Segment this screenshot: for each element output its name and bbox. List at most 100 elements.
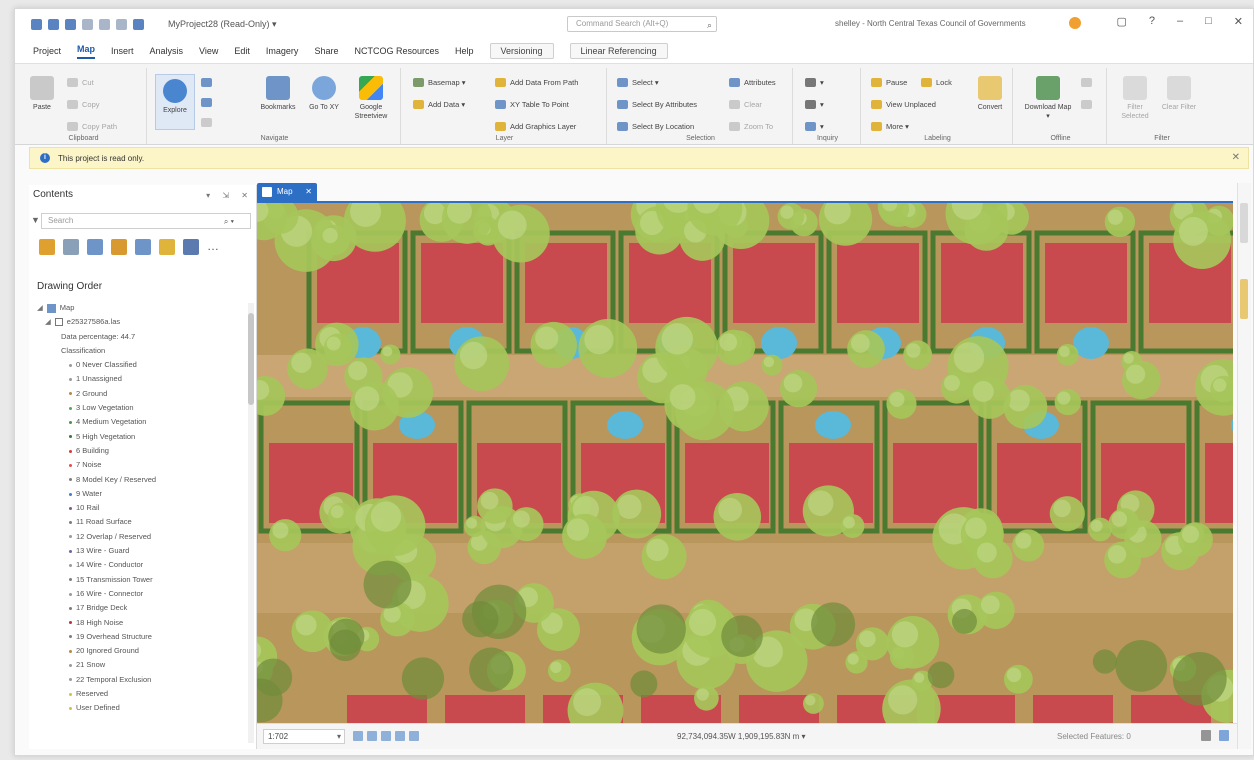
map-node[interactable]: ◢ Map [37, 301, 237, 315]
add-data-button[interactable]: Add Data ▾ [413, 100, 465, 109]
filter-icon[interactable]: ▼ [31, 215, 40, 225]
scrollbar-thumb[interactable] [248, 313, 254, 405]
basemap-button[interactable]: Basemap ▾ [413, 78, 466, 87]
classification-item[interactable]: User Defined [37, 701, 237, 715]
minimize-icon[interactable]: – [1177, 15, 1183, 28]
tab-map[interactable]: Map ✕ [257, 183, 317, 201]
classification-item[interactable]: 4 Medium Vegetation [37, 415, 237, 429]
history-pane-tab[interactable] [1240, 203, 1248, 243]
coordinate-readout[interactable]: 92,734,094.35W 1,909,195.83N m ▾ [677, 732, 806, 741]
convert-button[interactable]: Convert [973, 76, 1007, 112]
classification-item[interactable]: 19 Overhead Structure [37, 630, 237, 644]
classification-item[interactable]: 15 Transmission Tower [37, 573, 237, 587]
download-map-button[interactable]: Download Map ▾ [1023, 76, 1073, 121]
view-unplaced-button[interactable]: View Unplaced [871, 100, 936, 109]
explore-button[interactable]: Explore [155, 74, 195, 130]
close-icon[interactable]: ✕ [1234, 15, 1243, 28]
maximize-icon[interactable]: □ [1205, 15, 1212, 28]
classification-item[interactable]: 7 Noise [37, 458, 237, 472]
help-icon[interactable]: ? [1149, 15, 1155, 28]
data-source-icon[interactable] [63, 239, 79, 255]
classification-item[interactable]: 21 Snow [37, 658, 237, 672]
clear-selection-button[interactable]: Clear [729, 100, 762, 109]
measure-button[interactable]: ▾ [805, 78, 824, 87]
editing-icon[interactable] [111, 239, 127, 255]
zoom-to-selection-button[interactable]: Zoom To [729, 122, 773, 131]
notification-icon[interactable] [1069, 17, 1081, 29]
fixed-zoom-button[interactable] [201, 98, 212, 107]
tab-edit[interactable]: Edit [234, 46, 250, 56]
filter-selected-button[interactable]: Filter Selected [1115, 76, 1155, 121]
rotation-icon[interactable] [395, 731, 405, 741]
tab-linear-referencing[interactable]: Linear Referencing [569, 43, 668, 59]
classification-item[interactable]: 14 Wire - Conductor [37, 558, 237, 572]
classification-item[interactable]: 16 Wire - Connector [37, 587, 237, 601]
customize-toolbar-icon[interactable] [133, 18, 144, 30]
map-view[interactable] [257, 201, 1233, 723]
restore-icon[interactable]: ▢ [1116, 15, 1126, 28]
selection-icon[interactable] [87, 239, 103, 255]
more-options-icon[interactable]: … [207, 239, 223, 255]
aerial-point-cloud[interactable] [257, 203, 1233, 723]
tab-analysis[interactable]: Analysis [150, 46, 184, 56]
classification-item[interactable]: 9 Water [37, 487, 237, 501]
classification-item[interactable]: 0 Never Classified [37, 358, 237, 372]
zoom-full-button[interactable] [201, 78, 212, 87]
select-button[interactable]: Select ▾ [617, 78, 659, 87]
classification-item[interactable]: 8 Model Key / Reserved [37, 473, 237, 487]
classification-item[interactable]: 10 Rail [37, 501, 237, 515]
pause-drawing-icon[interactable] [1201, 730, 1211, 741]
add-graphics-layer-button[interactable]: Add Graphics Layer [495, 122, 576, 131]
remove-offline-button[interactable] [1081, 100, 1092, 109]
classification-item[interactable]: 3 Low Vegetation [37, 401, 237, 415]
tab-project[interactable]: Project [33, 46, 61, 56]
lock-labels-button[interactable]: Lock [921, 78, 952, 87]
refresh-view-icon[interactable] [409, 731, 419, 741]
classification-item[interactable]: 6 Building [37, 444, 237, 458]
open-project-icon[interactable] [65, 18, 76, 30]
new-project-icon[interactable] [48, 18, 59, 30]
close-infobar-icon[interactable]: ✕ [1232, 152, 1240, 163]
select-by-attributes-button[interactable]: Select By Attributes [617, 100, 697, 109]
copy-path-button[interactable]: Copy Path [67, 122, 117, 131]
bookmarks-button[interactable]: Bookmarks [253, 76, 303, 112]
previous-extent-button[interactable] [201, 118, 212, 127]
add-data-from-path-button[interactable]: Add Data From Path [495, 78, 578, 87]
classification-item[interactable]: 2 Ground [37, 387, 237, 401]
contents-search-input[interactable]: Search ⌕ ▾ [41, 213, 251, 229]
google-streetview-button[interactable]: Google Streetview [349, 76, 393, 121]
tab-imagery[interactable]: Imagery [266, 46, 299, 56]
classification-item[interactable]: 12 Overlap / Reserved [37, 530, 237, 544]
tab-help[interactable]: Help [455, 46, 474, 56]
tab-insert[interactable]: Insert [111, 46, 134, 56]
pane-controls[interactable]: ▾ ⇲ ✕ [206, 191, 253, 200]
xy-table-to-point-button[interactable]: XY Table To Point [495, 100, 569, 109]
drawing-order-icon[interactable] [39, 239, 55, 255]
layout-icon[interactable] [367, 731, 377, 741]
copy-button[interactable]: Copy [67, 100, 100, 109]
layer-visibility-checkbox[interactable] [54, 318, 63, 327]
close-tab-icon[interactable]: ✕ [305, 183, 312, 201]
pause-labels-button[interactable]: Pause [871, 78, 907, 87]
infographics-button[interactable]: ▾ [805, 122, 824, 131]
contents-scrollbar[interactable] [248, 303, 254, 743]
grid-icon[interactable] [353, 731, 363, 741]
charts-icon[interactable] [183, 239, 199, 255]
cut-button[interactable]: Cut [67, 78, 94, 87]
tab-nctcog-resources[interactable]: NCTCOG Resources [354, 46, 439, 56]
classification-item[interactable]: 1 Unassigned [37, 372, 237, 386]
tab-map[interactable]: Map [77, 44, 96, 59]
classification-item[interactable]: 20 Ignored Ground [37, 644, 237, 658]
tab-share[interactable]: Share [314, 46, 338, 56]
classification-item[interactable]: 18 High Noise [37, 616, 237, 630]
undo-icon[interactable] [99, 18, 110, 30]
user-signin[interactable]: shelley - North Central Texas Council of… [835, 19, 1026, 28]
tab-view[interactable]: View [199, 46, 218, 56]
save-icon[interactable] [82, 18, 93, 30]
tab-versioning[interactable]: Versioning [489, 43, 554, 59]
clear-filter-button[interactable]: Clear Filter [1161, 76, 1197, 112]
layer-node[interactable]: ◢ e25327586a.las [37, 315, 237, 329]
refresh-icon[interactable] [1219, 730, 1229, 741]
classification-item[interactable]: 17 Bridge Deck [37, 601, 237, 615]
scale-selector[interactable]: 1:702 ▾ [263, 729, 345, 744]
